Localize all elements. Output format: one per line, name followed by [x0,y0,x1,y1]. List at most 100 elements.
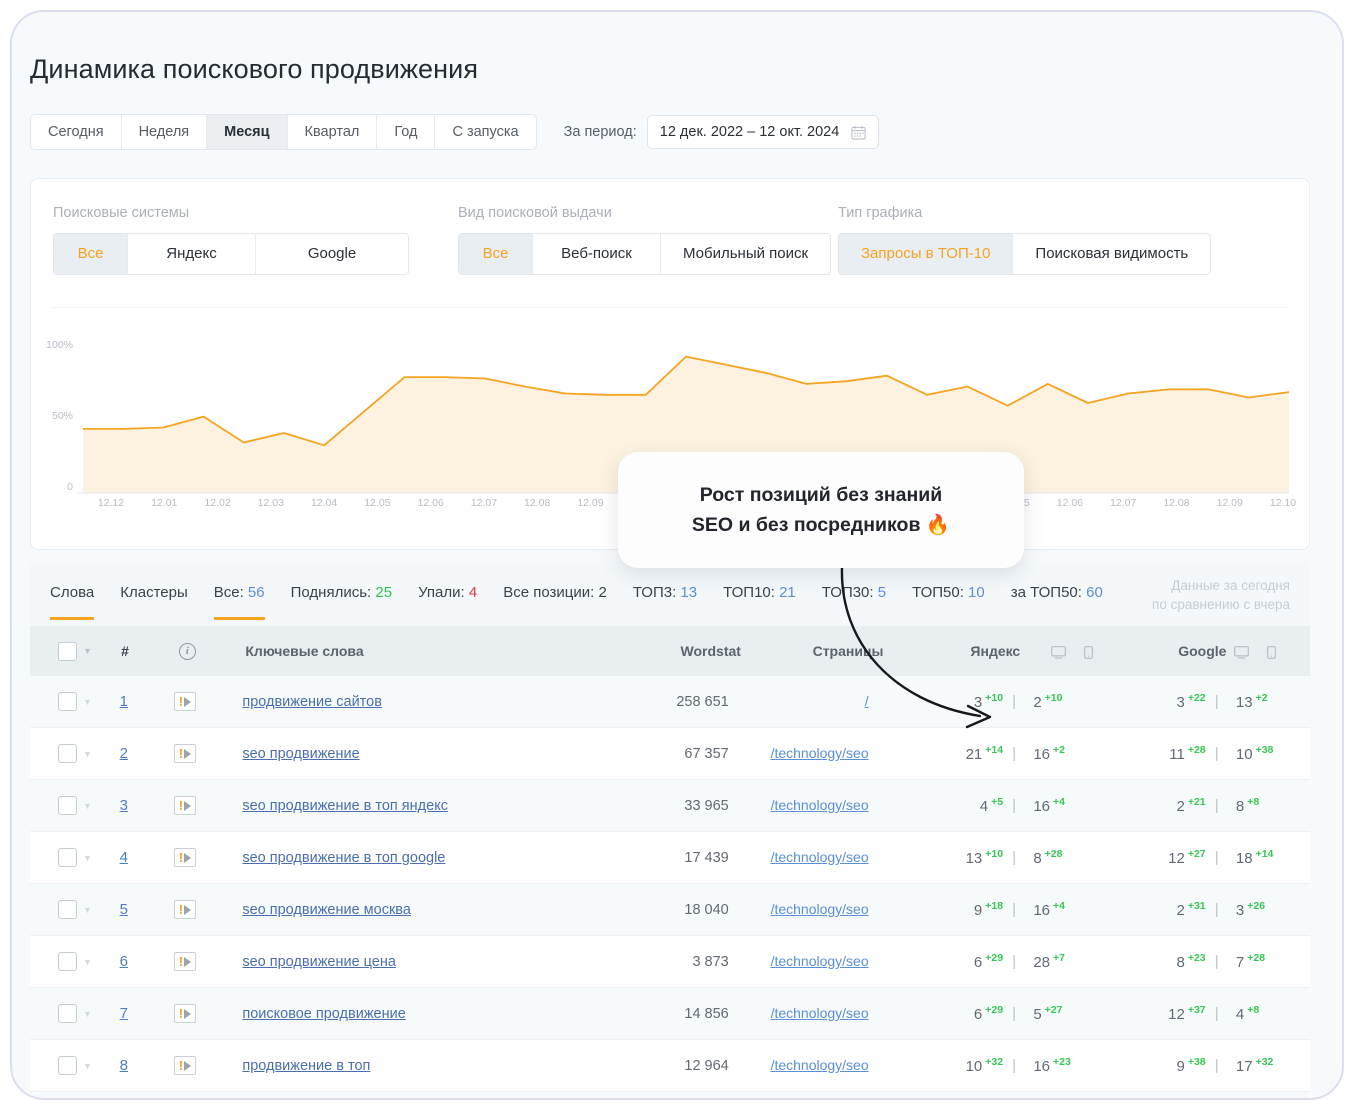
table-row[interactable]: ▼ 6! seo продвижение цена 3 873/technology/… [30,936,1310,988]
table-row[interactable]: ▼ 8! продвижение в топ 12 964/technology/se… [30,1040,1310,1092]
keyword-link[interactable]: продвижение сайтов [242,694,382,710]
stat-item-10[interactable]: за ТОП50: 60 [1011,584,1103,604]
row-number-link[interactable]: 6 [120,953,128,970]
row-checkbox[interactable] [58,692,77,711]
row-number-link[interactable]: 2 [120,745,128,762]
keyword-link[interactable]: seo продвижение цена [242,954,396,970]
header-google[interactable]: Google [1130,643,1226,659]
chevron-down-icon[interactable]: ▼ [83,697,92,707]
date-range-picker[interactable]: 12 дек. 2022 – 12 окт. 2024 [646,115,880,149]
period-tab-3[interactable]: Квартал [287,115,378,149]
stat-item-4[interactable]: Упали: 4 [418,584,477,604]
row-checkbox[interactable] [58,1056,77,1075]
page-link[interactable]: / [865,693,869,709]
chevron-down-icon[interactable]: ▼ [83,646,92,656]
stat-item-2[interactable]: Все: 56 [213,584,265,620]
table-row[interactable]: ▼ 5! seo продвижение москва 18 040/technolo… [30,884,1310,936]
stat-item-3[interactable]: Поднялись: 25 [291,584,392,604]
keyword-link[interactable]: seo продвижение в топ google [242,850,445,866]
row-checkbox[interactable] [58,1004,77,1023]
row-keyword-cell: seo продвижение в топ яндекс [217,798,608,814]
page-link[interactable]: /technology/seo [771,1057,869,1073]
row-checkbox[interactable] [58,744,77,763]
period-label: За период: [563,124,637,140]
chevron-down-icon[interactable]: ▼ [83,957,92,967]
row-number-link[interactable]: 3 [120,797,128,814]
alert-play-icon[interactable]: ! [173,1004,196,1023]
filter-option-chart-type-0[interactable]: Запросы в ТОП-10 [839,234,1014,274]
filter-option-chart-type-1[interactable]: Поисковая видимость [1013,234,1211,274]
alert-play-icon[interactable]: ! [173,1056,196,1075]
filter-option-search-engines-2[interactable]: Google [256,234,408,274]
period-tab-0[interactable]: Сегодня [31,115,122,149]
chevron-down-icon[interactable]: ▼ [83,1009,92,1019]
header-number[interactable]: # [96,643,155,659]
period-tab-2[interactable]: Месяц [207,115,288,149]
alert-play-icon[interactable]: ! [173,952,196,971]
header-keywords[interactable]: Ключевые слова [220,643,618,659]
header-pages[interactable]: Страницы [741,643,898,659]
google-desktop-delta: +22 [1187,692,1206,705]
stat-value: 60 [1081,584,1103,601]
chevron-down-icon[interactable]: ▼ [83,853,92,863]
alert-play-icon[interactable]: ! [173,744,196,763]
period-tab-5[interactable]: С запуска [435,115,536,149]
chevron-down-icon[interactable]: ▼ [83,749,92,759]
period-tab-4[interactable]: Год [377,115,436,149]
alert-play-icon[interactable]: ! [173,900,196,919]
stat-item-7[interactable]: ТОП10: 21 [723,584,796,604]
filter-option-serp-type-1[interactable]: Веб-поиск [533,234,661,274]
period-tab-1[interactable]: Неделя [121,115,208,149]
keyword-link[interactable]: поисковое продвижение [242,1006,405,1022]
table-row[interactable]: ▼ 7! поисковое продвижение 14 856/technolog… [30,988,1310,1040]
keyword-link[interactable]: seo продвижение москва [242,902,411,918]
row-number-link[interactable]: 4 [120,849,128,866]
chevron-down-icon[interactable]: ▼ [83,905,92,915]
page-link[interactable]: /technology/seo [771,1005,869,1021]
filter-option-serp-type-0[interactable]: Все [459,234,533,274]
stat-item-8[interactable]: ТОП30: 5 [822,584,886,604]
row-number-link[interactable]: 5 [120,901,128,918]
filter-option-search-engines-1[interactable]: Яндекс [128,234,256,274]
chevron-down-icon[interactable]: ▼ [83,801,92,811]
filter-option-search-engines-0[interactable]: Все [54,234,128,274]
x-tick-label: 12.10 [1269,497,1297,509]
today-note: Данные за сегодня по сравнению с вчера [1152,576,1290,614]
alert-play-icon[interactable]: ! [173,692,196,711]
row-number-link[interactable]: 8 [120,1057,128,1074]
table-row[interactable]: ▼ 1! продвижение сайтов 258 651/3 +10 | 2 +10 3 +… [30,676,1310,728]
keyword-link[interactable]: seo продвижение в топ яндекс [242,798,448,814]
alert-play-icon[interactable]: ! [173,848,196,867]
table-row[interactable]: ▼ 3! seo продвижение в топ яндекс 33 965/te… [30,780,1310,832]
row-checkbox[interactable] [58,796,77,815]
alert-play-icon[interactable]: ! [173,796,196,815]
keyword-link[interactable]: seo продвижение [242,746,359,762]
select-all-checkbox[interactable] [58,641,77,661]
google-mobile: 17 +32 [1228,1056,1310,1075]
yandex-mobile-delta: +28 [1044,848,1063,861]
row-checkbox[interactable] [58,848,77,867]
page-link[interactable]: /technology/seo [771,745,869,761]
page-link[interactable]: /technology/seo [771,901,869,917]
table-row[interactable]: ▼ 4! seo продвижение в топ google 17 439/te… [30,832,1310,884]
stat-item-1[interactable]: Кластеры [120,584,188,604]
page-link[interactable]: /technology/seo [771,797,869,813]
row-number-link[interactable]: 1 [120,693,128,710]
header-yandex[interactable]: Яндекс [898,643,1020,659]
page-link[interactable]: /technology/seo [771,953,869,969]
row-checkbox[interactable] [58,952,77,971]
table-row[interactable]: ▼ 2! seo продвижение 67 357/technology/seo 2… [30,728,1310,780]
position-separator: | [1214,745,1219,762]
page-link[interactable]: /technology/seo [771,849,869,865]
keyword-link[interactable]: продвижение в топ [242,1058,370,1074]
stat-item-9[interactable]: ТОП50: 10 [912,584,985,604]
stat-item-6[interactable]: ТОП3: 13 [633,584,697,604]
chevron-down-icon[interactable]: ▼ [83,1061,92,1071]
stat-item-5[interactable]: Все позиции: 2 [503,584,607,604]
filter-option-serp-type-2[interactable]: Мобильный поиск [661,234,831,274]
info-icon[interactable]: i [178,642,196,660]
stat-item-0[interactable]: Слова [50,584,95,620]
header-wordstat[interactable]: Wordstat [618,643,741,659]
row-number-link[interactable]: 7 [120,1005,128,1022]
row-checkbox[interactable] [58,900,77,919]
